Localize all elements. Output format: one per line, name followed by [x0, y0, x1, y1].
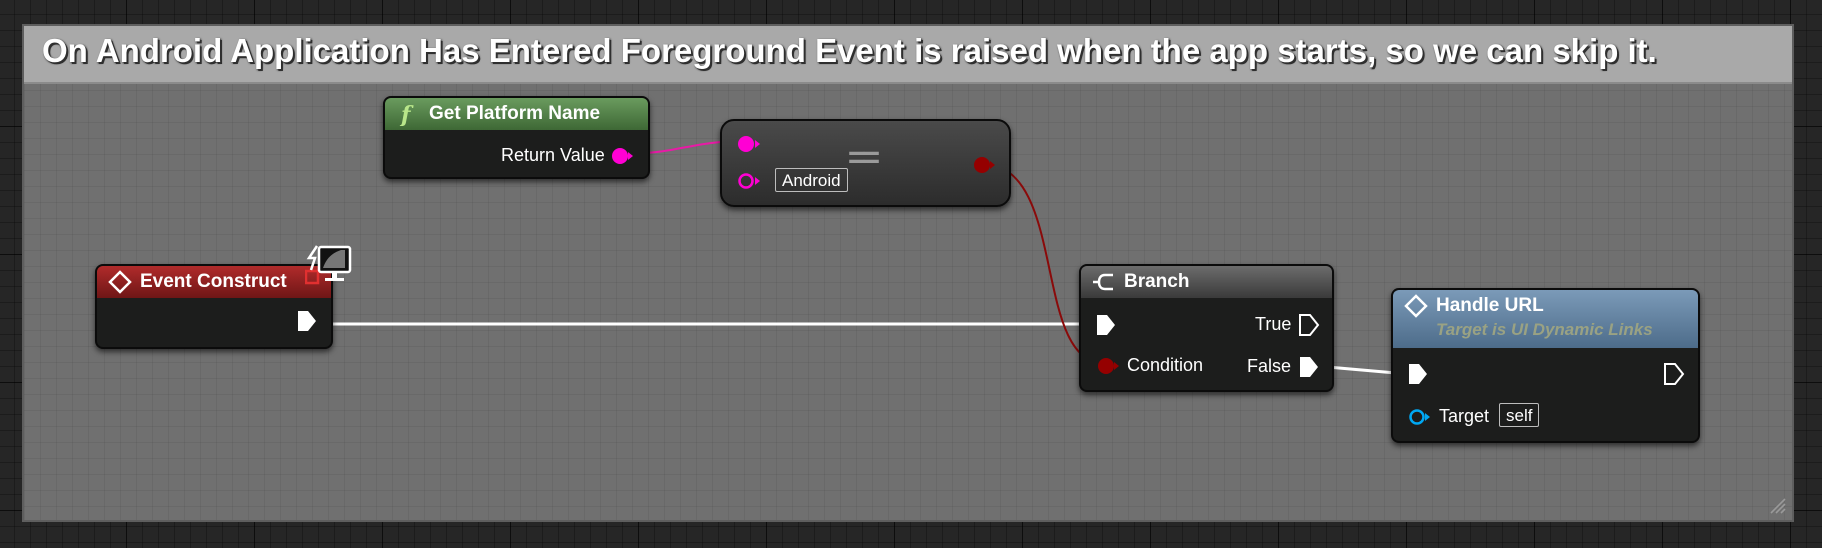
false-exec-output-pin[interactable]	[1298, 355, 1320, 379]
b-default-value-field[interactable]: Android	[775, 168, 848, 192]
function-icon: f	[399, 102, 414, 126]
false-label: False	[1247, 356, 1292, 376]
node-title: Event Construct	[140, 271, 287, 292]
function-icon	[1404, 294, 1428, 318]
event-construct-header: Event Construct	[97, 266, 331, 298]
true-label: True	[1255, 314, 1292, 334]
svg-text:f: f	[399, 102, 414, 126]
a-input-pin[interactable]	[736, 133, 762, 155]
branch-node[interactable]: Branch True Condition False	[1079, 264, 1334, 392]
return-value-pin[interactable]	[972, 154, 998, 176]
get-platform-name-node[interactable]: f Get Platform Name Return Value	[383, 96, 650, 179]
node-subtitle: Target is UI Dynamic Links	[1436, 320, 1653, 339]
node-title: Get Platform Name	[429, 103, 601, 124]
branch-icon	[1093, 273, 1113, 291]
branch-header: Branch	[1081, 266, 1332, 298]
exec-input-pin[interactable]	[1407, 362, 1429, 386]
node-title: Handle URL	[1436, 295, 1544, 316]
equals-operator-label: ==	[848, 141, 880, 174]
event-icon	[108, 270, 132, 294]
condition-input-pin[interactable]	[1095, 355, 1121, 377]
true-exec-output-pin[interactable]	[1298, 313, 1320, 337]
client-only-monitor-icon	[305, 245, 352, 285]
handle-url-header: Handle URL Target is UI Dynamic Links	[1393, 290, 1698, 348]
get-platform-name-header: f Get Platform Name	[385, 98, 648, 130]
target-input-pin[interactable]	[1407, 406, 1433, 428]
exec-output-pin[interactable]	[296, 309, 318, 333]
return-value-label: Return Value	[501, 145, 605, 165]
b-input-pin[interactable]	[736, 170, 762, 192]
target-label: Target	[1439, 406, 1490, 426]
exec-input-pin[interactable]	[1095, 313, 1117, 337]
exec-output-pin[interactable]	[1663, 362, 1685, 386]
handle-url-node[interactable]: Handle URL Target is UI Dynamic Links Ta…	[1391, 288, 1700, 443]
equal-string-node[interactable]: Android ==	[720, 119, 1011, 207]
node-title: Branch	[1124, 271, 1190, 292]
condition-label: Condition	[1127, 355, 1204, 375]
target-default-value-field[interactable]: self	[1499, 403, 1540, 427]
event-construct-node[interactable]: Event Construct	[95, 264, 333, 349]
return-value-pin[interactable]	[610, 144, 634, 168]
